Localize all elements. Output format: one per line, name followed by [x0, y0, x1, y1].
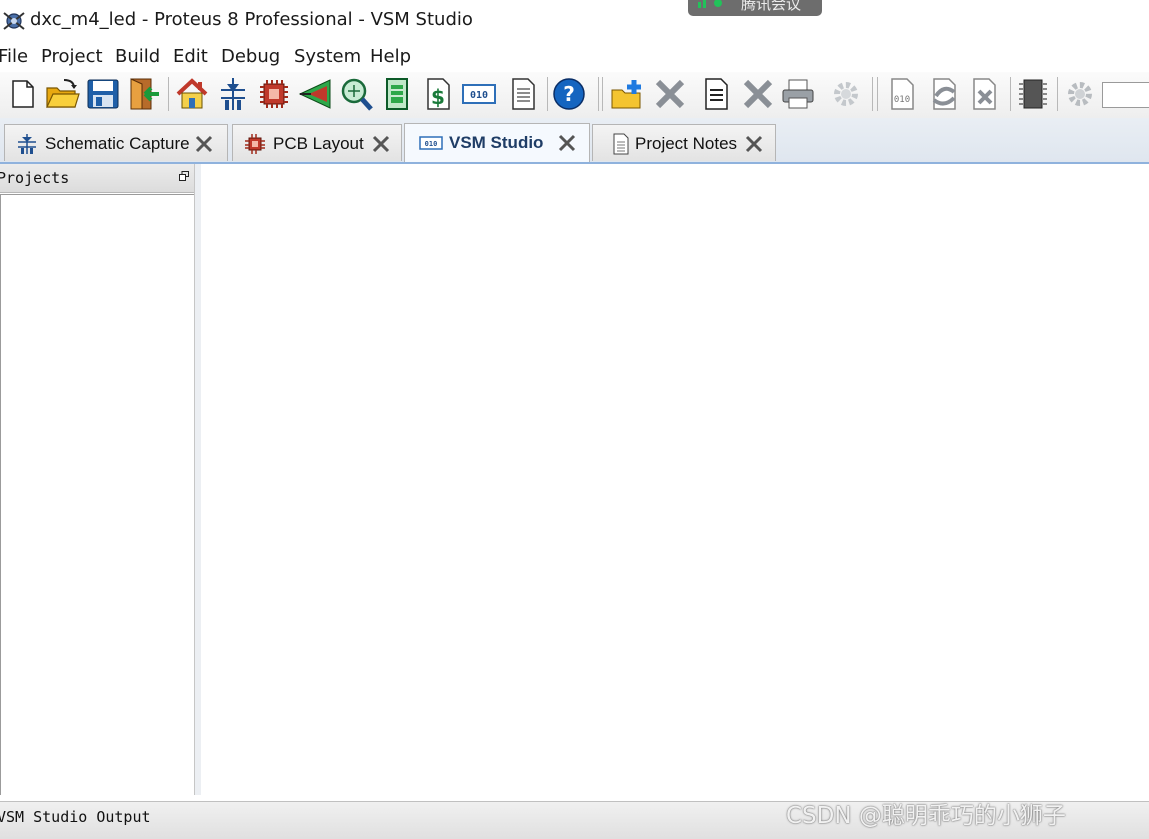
- menu-help[interactable]: Help: [370, 46, 411, 67]
- proteus-app-icon: [3, 12, 25, 30]
- rebuild-icon[interactable]: [926, 76, 962, 112]
- signal-bars-icon: [698, 0, 706, 8]
- tab-label: PCB Layout: [273, 134, 364, 153]
- tab-project-notes[interactable]: Project Notes: [592, 124, 776, 161]
- schematic-capture-icon[interactable]: [215, 76, 251, 112]
- projects-panel: Projects: [0, 164, 195, 795]
- close-icon[interactable]: [556, 132, 578, 154]
- tab-label: Schematic Capture: [45, 134, 190, 153]
- menu-debug[interactable]: Debug: [221, 46, 280, 67]
- close-icon[interactable]: [193, 133, 215, 155]
- toolbar-separator: [168, 77, 169, 111]
- help-icon[interactable]: ?: [551, 76, 587, 112]
- new-project-icon[interactable]: [4, 76, 40, 112]
- menu-project[interactable]: Project: [41, 46, 103, 67]
- toolbar-separator: [602, 77, 603, 111]
- vsm-binary-icon: 010: [419, 136, 443, 150]
- svg-text:$: $: [431, 85, 445, 109]
- tab-bar: Schematic Capture PCB Layout 010 VSM Stu…: [0, 118, 1149, 165]
- menu-build[interactable]: Build: [115, 46, 160, 67]
- design-explorer-icon[interactable]: [379, 76, 415, 112]
- svg-text:010: 010: [425, 140, 438, 148]
- toolbar-separator: [872, 77, 873, 111]
- project-notes-icon[interactable]: [505, 76, 541, 112]
- pcb-chip-icon: [245, 134, 265, 154]
- close-project-icon[interactable]: [125, 76, 161, 112]
- editor-area[interactable]: [201, 164, 1149, 795]
- new-text-icon[interactable]: [698, 76, 734, 112]
- title-bar: dxc_m4_led - Proteus 8 Professional - VS…: [0, 0, 1149, 40]
- 3d-visualizer-icon[interactable]: [297, 76, 333, 112]
- svg-text:010: 010: [470, 90, 488, 101]
- toolbar-separator: [598, 77, 599, 111]
- clean-icon[interactable]: [966, 76, 1002, 112]
- close-icon[interactable]: [370, 133, 392, 155]
- settings-icon[interactable]: [1062, 76, 1098, 112]
- binary-file-icon[interactable]: 010: [884, 76, 920, 112]
- svg-text:010: 010: [894, 95, 910, 105]
- tab-pcb-layout[interactable]: PCB Layout: [232, 124, 402, 161]
- gerber-viewer-icon[interactable]: [338, 76, 374, 112]
- toolbar-separator: [1057, 77, 1058, 111]
- window-title: dxc_m4_led - Proteus 8 Professional - VS…: [30, 9, 473, 30]
- print-icon[interactable]: [780, 76, 816, 112]
- notes-icon: [613, 133, 629, 155]
- schematic-icon: [18, 134, 36, 154]
- add-file-icon[interactable]: [610, 76, 646, 112]
- home-page-icon[interactable]: [174, 76, 210, 112]
- vsm-studio-icon[interactable]: 010: [461, 76, 497, 112]
- float-window-icon[interactable]: [179, 171, 189, 181]
- bill-of-materials-icon[interactable]: $: [420, 76, 456, 112]
- toolbar-separator: [547, 77, 548, 111]
- projects-tree[interactable]: [0, 194, 194, 795]
- overlay-text: 腾讯会议: [741, 0, 802, 13]
- status-dot-icon: [714, 0, 722, 7]
- toolbar-separator: [877, 77, 878, 111]
- tab-schematic-capture[interactable]: Schematic Capture: [4, 124, 228, 161]
- tab-vsm-studio[interactable]: 010 VSM Studio: [404, 123, 590, 162]
- menu-system[interactable]: System: [294, 46, 361, 67]
- main-toolbar: $ 010 ? 010: [0, 72, 1149, 119]
- tab-label: VSM Studio: [449, 133, 544, 152]
- settings-disabled-icon: [828, 76, 864, 112]
- open-project-icon[interactable]: [44, 76, 80, 112]
- projects-panel-title: Projects: [0, 169, 70, 187]
- menu-edit[interactable]: Edit: [173, 46, 208, 67]
- output-panel-title: VSM Studio Output: [0, 808, 151, 826]
- save-project-icon[interactable]: [85, 76, 121, 112]
- toolbar-input[interactable]: [1102, 82, 1149, 108]
- toolbar-separator: [1010, 77, 1011, 111]
- menu-bar: File Project Build Edit Debug System Hel…: [0, 44, 1149, 70]
- watermark: CSDN @聪明乖巧的小狮子: [786, 803, 1066, 829]
- meeting-overlay[interactable]: 腾讯会议: [688, 0, 822, 16]
- tab-label: Project Notes: [635, 134, 738, 153]
- pcb-layout-icon[interactable]: [256, 76, 292, 112]
- close-icon[interactable]: [743, 133, 765, 155]
- svg-text:?: ?: [563, 82, 575, 106]
- remove-icon[interactable]: [652, 76, 688, 112]
- menu-file[interactable]: File: [0, 46, 28, 67]
- chip-icon[interactable]: [1015, 76, 1051, 112]
- projects-panel-header: Projects: [0, 164, 194, 193]
- delete-icon[interactable]: [740, 76, 776, 112]
